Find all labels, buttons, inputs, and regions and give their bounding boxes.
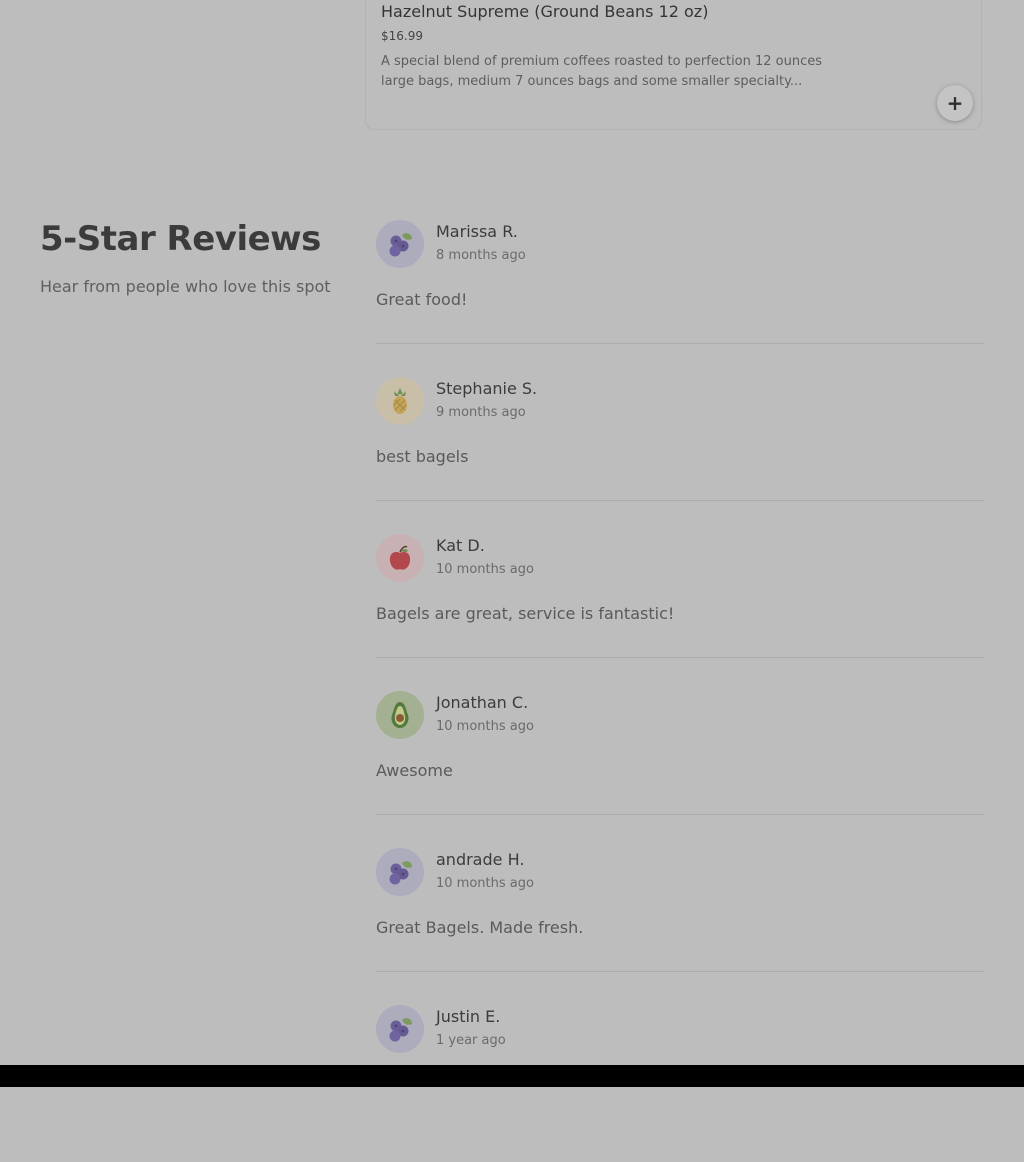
blueberry-icon [376,220,424,268]
review-divider [376,814,984,815]
review-text: Great food! [376,290,468,309]
avocado-icon [376,691,424,739]
review-text: Bagels are great, service is fantastic! [376,604,675,623]
review-divider [376,343,984,344]
review-time: 10 months ago [436,876,534,891]
reviewer-name: andrade H. [436,850,525,869]
review-item: Marissa R. 8 months ago Great food! [376,220,984,377]
review-item: Stephanie S. 9 months ago best bagels [376,377,984,534]
review-time: 1 year ago [436,1033,506,1048]
review-text: best bagels [376,447,469,466]
blueberry-icon [376,848,424,896]
review-item: Jonathan C. 10 months ago Awesome [376,691,984,848]
product-name: Hazelnut Supreme (Ground Beans 12 oz) [381,2,709,21]
apple-icon [376,534,424,582]
reviewer-name: Kat D. [436,536,485,555]
review-divider [376,500,984,501]
review-item: andrade H. 10 months ago Great Bagels. Mad… [376,848,984,1005]
review-divider [376,657,984,658]
reviewer-name: Justin E. [436,1007,501,1026]
review-item: Kat D. 10 months ago Bagels are great, ser… [376,534,984,691]
reviews-title: 5-Star Reviews [40,219,321,259]
product-card[interactable]: Hazelnut Supreme (Ground Beans 12 oz) $1… [365,0,982,130]
blueberry-icon [376,1005,424,1053]
product-description: A special blend of premium coffees roast… [381,54,823,89]
review-divider [376,971,984,972]
plus-icon: + [946,91,964,115]
product-price: $16.99 [381,29,423,43]
add-to-cart-button[interactable]: + [937,85,973,121]
reviews-subtitle: Hear from people who love this spot [40,277,331,296]
pineapple-icon [376,377,424,425]
review-time: 9 months ago [436,405,526,420]
reviewer-name: Jonathan C. [436,693,529,712]
reviewer-name: Stephanie S. [436,379,538,398]
review-time: 8 months ago [436,248,526,263]
bottom-bar [0,1065,1024,1087]
review-text: Awesome [376,761,453,780]
review-time: 10 months ago [436,719,534,734]
reviewer-name: Marissa R. [436,222,518,241]
review-time: 10 months ago [436,562,534,577]
review-text: Great Bagels. Made fresh. [376,918,584,937]
